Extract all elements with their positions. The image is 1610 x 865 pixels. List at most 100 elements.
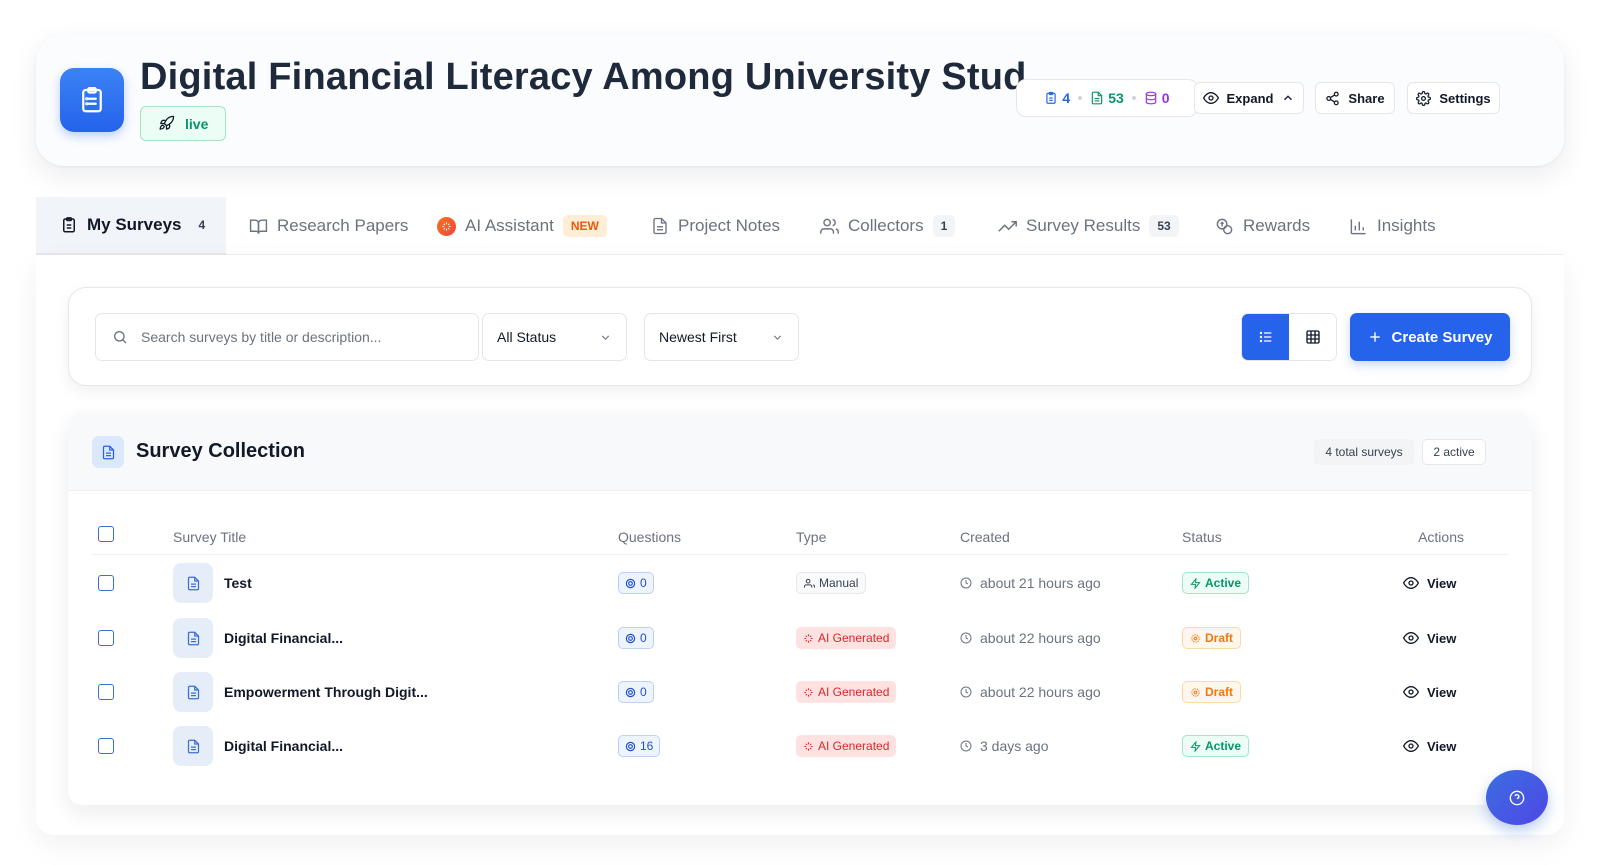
row-checkbox[interactable]	[98, 575, 114, 591]
chevron-down-icon	[601, 334, 610, 340]
document-icon	[1091, 91, 1103, 105]
row-checkbox[interactable]	[98, 630, 114, 646]
note-icon	[653, 217, 667, 235]
type-badge-ai-generated: AI Generated	[796, 627, 897, 649]
status-badge-draft: Draft	[1182, 681, 1242, 703]
view-button[interactable]: View	[1403, 738, 1456, 754]
search-field[interactable]	[95, 313, 479, 361]
survey-title[interactable]: Test	[224, 575, 252, 591]
stat-data: 0	[1144, 90, 1170, 106]
tab-bar: My Surveys 4 Research Papers AI Assistan…	[36, 197, 1564, 255]
survey-title[interactable]: Empowerment Through Digit...	[224, 684, 428, 700]
search-input[interactable]	[141, 329, 461, 345]
tab-rewards[interactable]: Rewards	[1215, 197, 1310, 255]
status-label: live	[185, 115, 209, 132]
tab-project-notes[interactable]: Project Notes	[651, 197, 780, 255]
settings-button[interactable]: Settings	[1407, 82, 1500, 114]
reward-icon	[1216, 218, 1233, 234]
clock-icon	[960, 632, 972, 644]
tab-research-papers[interactable]: Research Papers	[249, 197, 408, 255]
share-icon	[1326, 91, 1340, 105]
grid-icon	[1305, 330, 1320, 344]
list-view-button[interactable]	[1242, 314, 1289, 360]
tab-survey-results[interactable]: Survey Results 53	[998, 197, 1179, 255]
target-icon	[625, 578, 636, 588]
clipboard-icon	[1046, 91, 1057, 104]
question-count-badge: 0	[618, 572, 654, 594]
view-button[interactable]: View	[1403, 630, 1456, 646]
document-icon	[173, 726, 213, 766]
col-header-created[interactable]: Created	[960, 529, 1010, 545]
type-badge-manual: Manual	[796, 572, 867, 594]
tab-ai-assistant[interactable]: AI Assistant NEW	[437, 197, 607, 255]
clock-icon	[960, 686, 972, 698]
type-badge-ai-generated: AI Generated	[796, 735, 897, 757]
tab-count: 53	[1149, 215, 1179, 237]
created-time: about 22 hours ago	[960, 630, 1101, 646]
collection-title: Survey Collection	[136, 440, 305, 462]
grid-view-button[interactable]	[1289, 314, 1336, 360]
database-icon	[1145, 91, 1157, 105]
select-all-checkbox[interactable]	[98, 526, 114, 542]
clipboard-icon	[63, 217, 75, 233]
status-badge-active: Active	[1182, 735, 1250, 757]
col-header-title[interactable]: Survey Title	[173, 529, 246, 545]
document-icon	[92, 436, 124, 468]
view-button[interactable]: View	[1403, 684, 1456, 700]
sparkle-icon	[804, 741, 813, 751]
col-header-questions[interactable]: Questions	[618, 529, 681, 545]
help-button[interactable]	[1486, 770, 1548, 825]
row-checkbox[interactable]	[98, 738, 114, 754]
chevron-down-icon	[773, 334, 782, 340]
book-icon	[249, 218, 268, 234]
clock-icon	[960, 577, 972, 589]
tab-collectors[interactable]: Collectors 1	[820, 197, 956, 255]
sort-select[interactable]: Newest First	[644, 313, 799, 361]
view-button[interactable]: View	[1403, 575, 1456, 591]
eye-icon	[1403, 739, 1419, 753]
users-icon	[804, 578, 815, 588]
create-survey-button[interactable]: Create Survey	[1350, 313, 1510, 361]
separator-dot	[1131, 96, 1136, 100]
tab-count: 1	[932, 215, 956, 237]
share-button[interactable]: Share	[1315, 82, 1395, 114]
gear-icon	[1191, 633, 1200, 643]
project-title: Digital Financial Literacy Among Univers…	[140, 56, 1059, 98]
clipboard-icon	[82, 87, 102, 113]
survey-collection: Survey Collection 4 total surveys 2 acti…	[68, 413, 1532, 805]
eye-icon	[1202, 91, 1219, 105]
users-icon	[820, 218, 839, 234]
type-badge-ai-generated: AI Generated	[796, 681, 897, 703]
gear-icon	[1416, 90, 1432, 106]
survey-title[interactable]: Digital Financial...	[224, 630, 343, 646]
tab-count: 4	[198, 218, 206, 232]
tab-my-surveys[interactable]: My Surveys 4	[36, 197, 226, 255]
col-header-actions: Actions	[1418, 529, 1464, 545]
trending-up-icon	[998, 220, 1017, 232]
target-icon	[625, 687, 636, 697]
separator-dot	[1078, 96, 1083, 100]
total-surveys-badge: 4 total surveys	[1314, 439, 1414, 465]
status-filter-select[interactable]: All Status	[482, 313, 627, 361]
chevron-up-icon	[1284, 95, 1293, 101]
zap-icon	[1190, 577, 1201, 589]
zap-icon	[1190, 740, 1201, 752]
col-header-type[interactable]: Type	[796, 529, 826, 545]
eye-icon	[1403, 685, 1419, 699]
sparkle-icon	[804, 687, 813, 697]
col-header-status[interactable]: Status	[1182, 529, 1222, 545]
row-checkbox[interactable]	[98, 684, 114, 700]
expand-button[interactable]: Expand	[1194, 82, 1304, 114]
tab-insights[interactable]: Insights	[1349, 197, 1436, 255]
stat-responses: 53	[1090, 90, 1124, 106]
clock-icon	[960, 740, 972, 752]
project-logo	[60, 68, 124, 132]
list-icon	[1259, 331, 1271, 343]
survey-title[interactable]: Digital Financial...	[224, 738, 343, 754]
target-icon	[625, 633, 636, 643]
help-circle-icon	[1509, 790, 1525, 805]
survey-toolbar: All Status Newest First Create Survey	[68, 287, 1532, 386]
eye-icon	[1403, 576, 1419, 590]
status-badge-live: live	[140, 106, 227, 141]
project-stats: 4 53 0	[1016, 79, 1198, 117]
